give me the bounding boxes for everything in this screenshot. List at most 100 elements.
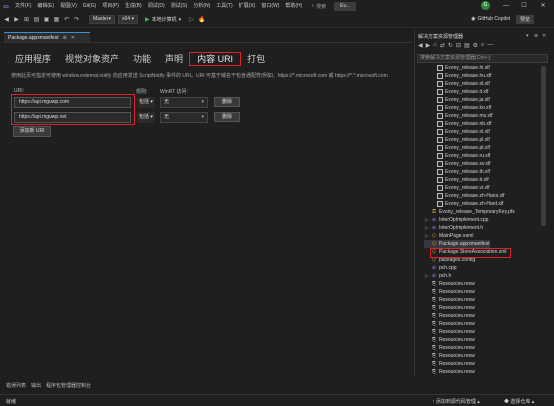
menu-item[interactable]: 帮助(H) [282,0,305,12]
tree-item[interactable]: Evony_release.pl.xlf [430,136,490,144]
rule-select[interactable]: 包括 ▾ [137,112,155,123]
switch-views-icon[interactable]: ⇄ [440,42,445,49]
manifest-tab[interactable]: 应用程序 [8,53,58,65]
tree-item[interactable]: Evony_release.nl.xlf [430,128,490,136]
tree-item[interactable]: Evony_release.ms.xlf [430,112,493,120]
tree-item[interactable]: Evony_release.ja.xlf [430,96,490,104]
uri-input[interactable]: https://api.mguwp.net [14,112,131,123]
menu-item[interactable]: 分析(N) [190,0,213,12]
tree-item[interactable]: Evony_release.ru.xlf [430,152,490,160]
expand-arrow-icon[interactable]: ▷ [424,232,429,240]
platform-select[interactable]: x64 ▾ [118,15,138,24]
profile-avatar[interactable]: G [481,1,490,10]
tree-item[interactable]: Evony_release.sv.xlf [430,160,490,168]
redo-icon[interactable]: ↷ [73,16,80,23]
tree-item[interactable]: ⎘ Resources.resw [424,296,475,304]
tree-item[interactable]: Evony_release.tr.xlf [430,176,489,184]
minimize-button[interactable]: — [498,0,514,12]
rule-select[interactable]: 包括 ▾ [137,97,155,108]
tree-item[interactable]: ⟨⟩ packages.config [424,256,475,264]
close-icon[interactable]: ✕ [71,35,75,41]
tree-item[interactable]: ⎘ Resources.resw [424,336,475,344]
bottom-panel-tab[interactable]: 输出 [31,382,41,389]
hot-reload-icon[interactable]: 🔥 [198,16,205,23]
menu-item[interactable]: 文件(F) [12,0,34,12]
back-icon[interactable]: ◀ [418,42,423,49]
manifest-tab[interactable]: 视觉对象资产 [58,53,126,65]
tree-item[interactable]: ⎘ Resources.resw [424,352,475,360]
tree-item[interactable]: ⎘ Resources.resw [424,280,475,288]
tree-item[interactable]: Evony_release.pt.xlf [430,144,490,152]
tree-item[interactable]: ⊕ pch.cpp [424,264,457,272]
configuration-select[interactable]: Master ▾ [89,15,115,24]
winrt-access-select[interactable]: 无 ▾ [160,97,208,108]
tree-item[interactable]: ⟨⟩ Package.appxmanifest [424,240,490,248]
menu-item[interactable]: 生成(B) [122,0,145,12]
menu-item[interactable]: 编辑(E) [34,0,57,12]
tree-item[interactable]: ⎘ Resources.resw [424,320,475,328]
menu-item[interactable]: 窗口(W) [258,0,282,12]
tree-item[interactable]: ⎘ Resources.resw [424,360,475,368]
pin-icon[interactable]: ⊕ [534,33,538,39]
tree-item[interactable]: Evony_release.hi.xlf [430,64,490,72]
solution-explorer-search[interactable]: 搜索解决方案资源管理器(Ctrl+;) [417,54,548,63]
tree-item[interactable]: Evony_release.th.xlf [430,168,490,176]
manifest-tab[interactable]: 声明 [158,53,190,65]
manifest-tab[interactable]: 打包 [240,53,272,65]
tree-item[interactable]: Evony_release.zh-Hans.xlf [430,192,504,200]
menu-item[interactable]: 扩展(X) [236,0,259,12]
tree-item[interactable]: Evony_release.id.xlf [430,80,490,88]
tree-item[interactable]: Evony_release.vi.xlf [430,184,489,192]
pin-icon[interactable]: ⊕ [63,35,67,41]
copilot-button[interactable]: ◉ GitHub Copilot [471,16,510,22]
tree-item[interactable]: ▷ ⊕ pch.h [424,272,451,280]
scrollbar-thumb[interactable] [541,66,546,226]
tree-item[interactable]: ⎘ Resources.resw [424,344,475,352]
tree-item[interactable]: ⎘ Resources.resw [424,368,475,374]
panel-options-icon[interactable]: ▾ [526,33,529,39]
add-uri-button[interactable]: 添加新 URI [13,126,51,137]
start-without-debugging-icon[interactable]: ▷ [188,16,195,23]
menu-item[interactable]: 测试(S) [168,0,191,12]
tree-item[interactable]: ⎘ Resources.resw [424,288,475,296]
tree-item[interactable]: Evony_release.nb.xlf [430,120,491,128]
undo-icon[interactable]: ↶ [63,16,70,23]
save-icon[interactable]: ▣ [43,16,50,23]
refresh-icon[interactable]: ↻ [448,42,453,49]
expand-arrow-icon[interactable]: ▷ [424,224,429,232]
manifest-tab[interactable]: 功能 [126,53,158,65]
open-folder-icon[interactable]: ▤ [33,16,40,23]
preview-button[interactable]: 预览 [515,15,534,24]
tree-item[interactable]: ▷ ⊕ InterOpImplement.h [424,224,483,232]
maximize-button[interactable]: ☐ [516,0,532,12]
menu-item[interactable]: 调试(D) [145,0,168,12]
add-to-source-control-button[interactable]: ↑ 添加到源代码管理 ▴ [432,398,480,405]
uri-input[interactable]: https://api.mguwp.com [14,97,131,108]
bottom-panel-tab[interactable]: 错误列表 [6,382,26,389]
tree-item[interactable]: Evony_release.hu.xlf [430,72,491,80]
expand-arrow-icon[interactable]: ▷ [424,272,429,280]
winrt-access-select[interactable]: 无 ▾ [160,112,208,123]
document-tab-package-appxmanifest[interactable]: Package.appxmanifest ⊕ ✕ [4,32,90,42]
tree-item[interactable]: ⚿ Evony_release_TemporaryKey.pfx [424,208,515,216]
new-item-icon[interactable]: ⊞ [23,16,30,23]
search-box[interactable]: ⌕ 搜索 [311,3,326,10]
tree-item[interactable]: Evony_release.it.xlf [430,88,488,96]
tree-item[interactable]: ⟨⟩ Package.StoreAssociation.xml [424,248,507,256]
delete-uri-button[interactable]: 删除 [214,112,240,122]
forward-icon[interactable]: ▶ [426,42,431,49]
tree-item[interactable]: Evony_release.zh-Hant.xlf [430,200,503,208]
home-icon[interactable]: ⌂ [433,42,437,49]
tree-item[interactable]: ⎘ Resources.resw [424,328,475,336]
menu-item[interactable]: Git(G) [80,0,100,12]
manifest-tab[interactable]: 内容 URI [189,52,242,66]
properties-icon[interactable]: ⚙ [473,42,478,49]
tree-item[interactable]: ⎘ Resources.resw [424,304,475,312]
bottom-panel-tab[interactable]: 程序包管理器控制台 [46,382,91,389]
close-icon[interactable]: ✕ [542,33,546,39]
search-icon[interactable]: ⌕ [481,42,484,49]
tree-item[interactable]: ▷ ⟨⟩ MainPage.xaml [424,232,474,240]
tree-item[interactable]: ⎘ Resources.resw [424,312,475,320]
close-window-button[interactable]: ✕ [535,0,551,12]
tree-item[interactable]: ▷ ⊕ InterOpImplement.cpp [424,216,489,224]
